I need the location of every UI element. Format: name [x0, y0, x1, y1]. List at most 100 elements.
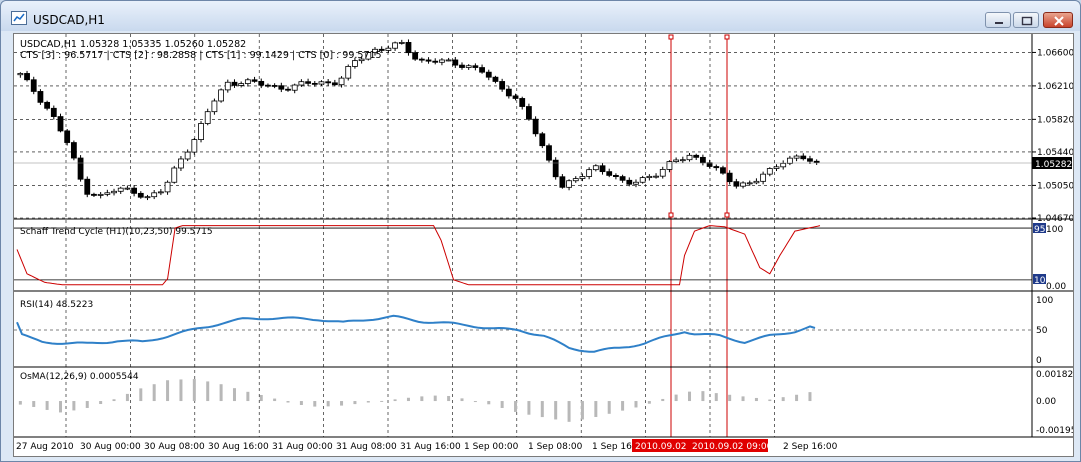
osma-bar: [219, 384, 223, 402]
stc-level-high-label: 95: [1034, 225, 1045, 235]
osma-bar: [768, 399, 772, 402]
candle-body: [606, 171, 613, 176]
time-marker-lines[interactable]: [668, 34, 730, 437]
rsi-tick-label: 0: [1036, 356, 1042, 366]
osma-bar: [527, 401, 531, 415]
candle-body: [740, 182, 746, 187]
candle-body: [505, 88, 512, 97]
osma-bar: [487, 401, 491, 405]
current-price-label: 1.05282: [1035, 160, 1072, 170]
title-bar[interactable]: USDCAD,H1: [1, 1, 1080, 31]
candle-body: [77, 157, 84, 180]
osma-bar: [701, 391, 705, 402]
candle-body: [24, 73, 30, 81]
osma-bar: [500, 401, 504, 408]
candle-body: [285, 88, 291, 91]
osma-bar: [125, 393, 129, 402]
price-header: USDCAD,H1 1.05328 1.05335 1.05260 1.0528…: [20, 39, 246, 50]
time-marker-handle: [668, 212, 674, 218]
price-tick-label: 1.06210: [1037, 82, 1073, 92]
candle-body: [599, 165, 606, 173]
candle-body: [425, 59, 432, 62]
osma-bar: [607, 401, 611, 414]
candle-body: [211, 100, 218, 113]
osma-bar: [433, 395, 437, 402]
candle-body: [418, 58, 425, 61]
candle-body: [271, 85, 278, 87]
osma-bar: [45, 401, 49, 410]
osma-bar: [246, 391, 250, 402]
time-marker-1[interactable]: 2010.09.02: [635, 442, 687, 452]
osma-bar: [232, 388, 236, 402]
candle-body: [171, 167, 178, 183]
maximize-button[interactable]: [1013, 12, 1039, 28]
time-tick-label: 1 Sep 08:00: [528, 442, 583, 452]
price-tick-label: 1.05050: [1037, 181, 1073, 191]
osma-bar: [192, 379, 196, 402]
minimize-button[interactable]: [985, 12, 1011, 28]
candle-body: [64, 130, 71, 143]
osma-bar: [380, 400, 384, 402]
candle-body: [137, 192, 144, 198]
osma-bar: [206, 381, 210, 402]
osma-bar: [152, 384, 156, 402]
candle-body: [184, 151, 191, 160]
candle-body: [766, 168, 773, 175]
candle-body: [619, 176, 626, 181]
candle-body: [311, 82, 318, 85]
candle-body: [224, 81, 231, 91]
candle-body: [579, 176, 586, 179]
osma-bar: [273, 398, 277, 402]
chart-canvas[interactable]: USDCAD,H1 1.05328 1.05335 1.05260 1.0528…: [14, 34, 1076, 456]
osma-bar: [661, 398, 665, 402]
candle-body: [753, 180, 760, 184]
price-axis: 1.06600 1.06210 1.05820 1.05440 1.05050 1.046…: [1032, 48, 1074, 224]
price-tick-label: 1.05820: [1037, 115, 1073, 125]
close-button[interactable]: [1043, 12, 1073, 28]
time-tick-label: 31 Aug 16:00: [400, 442, 461, 452]
candle-body: [786, 157, 793, 164]
osma-bar: [781, 397, 785, 402]
osma-bar: [741, 396, 745, 402]
candle-body: [398, 42, 405, 44]
candle-body: [318, 81, 325, 85]
candle-body: [104, 192, 111, 195]
osma-bar: [366, 401, 370, 403]
candle-body: [780, 162, 787, 168]
candlestick-series: [14, 39, 1032, 201]
osma-bar: [795, 394, 799, 402]
candle-body: [720, 167, 726, 174]
candle-body: [639, 177, 646, 183]
minimize-icon: [995, 22, 1003, 24]
candle-body: [459, 64, 465, 68]
candle-body: [793, 155, 800, 159]
stc-label: Schaff Trend Cycle (H1)(10,23,50) 99.571…: [20, 227, 213, 237]
chart-area[interactable]: USDCAD,H1 1.05328 1.05335 1.05260 1.0528…: [13, 33, 1076, 457]
candle-body: [258, 80, 265, 86]
osma-bar: [313, 401, 317, 407]
candle-body: [646, 175, 653, 179]
osma-bar: [634, 401, 638, 408]
candle-body: [746, 182, 753, 185]
osma-bar: [393, 399, 397, 402]
candle-body: [178, 158, 184, 169]
candle-body: [653, 175, 659, 178]
time-tick-label: 30 Aug 00:00: [80, 442, 141, 452]
time-tick-label: 31 Aug 00:00: [272, 442, 333, 452]
osma-bar: [72, 401, 76, 411]
candle-body: [586, 169, 593, 177]
candle-body: [499, 81, 506, 90]
time-marker-2[interactable]: 2010.09.02 09:00: [692, 442, 773, 452]
time-tick-label: 2 Sep 16:00: [783, 442, 838, 452]
osma-bar: [179, 379, 183, 402]
osma-bar: [808, 392, 812, 402]
osma-bar: [18, 401, 22, 405]
candle-body: [552, 159, 559, 178]
candle-body: [559, 176, 566, 188]
time-tick-label: 1 Sep 00:00: [464, 442, 519, 452]
candle-body: [626, 179, 633, 185]
candle-body: [84, 178, 91, 195]
osma-bar: [580, 401, 584, 420]
candle-body: [338, 77, 345, 86]
osma-bar: [139, 388, 143, 402]
